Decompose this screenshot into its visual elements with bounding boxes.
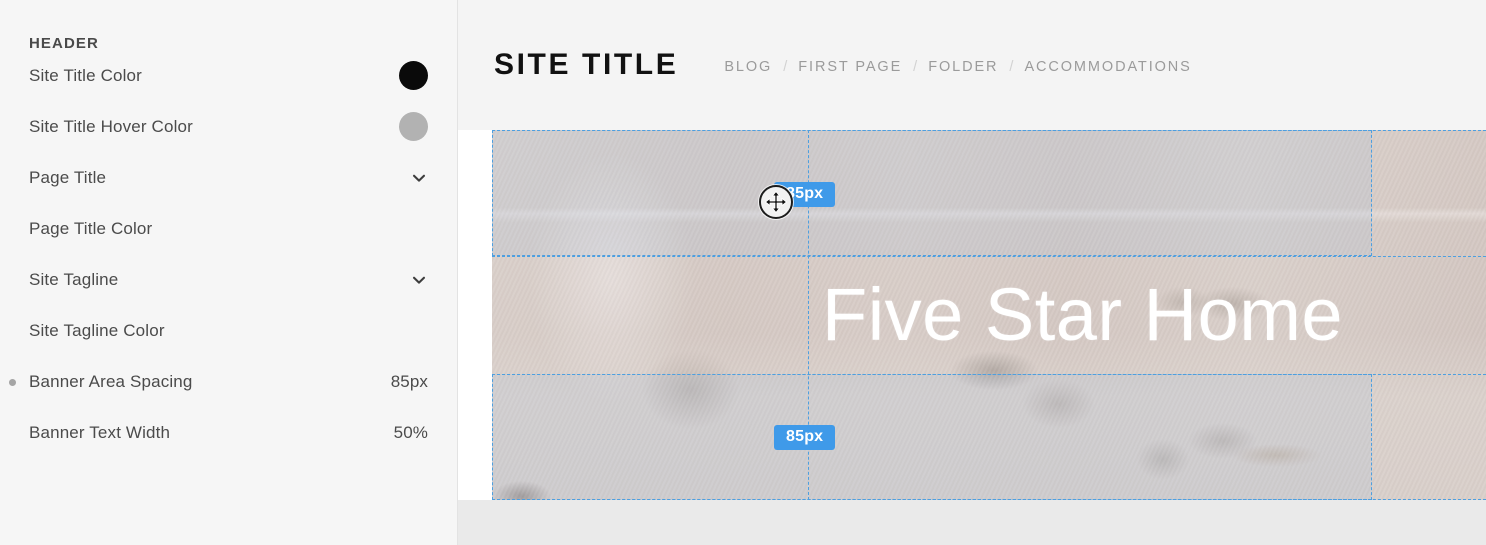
customizer-sidebar: HEADER Site Title Color Site Title Hover… (0, 0, 458, 545)
sidebar-item-label: Site Tagline (29, 269, 119, 289)
sidebar-item-value: 85px (390, 371, 428, 391)
nav-link-first-page[interactable]: FIRST PAGE (798, 59, 902, 75)
site-header: SITE TITLE BLOG / FIRST PAGE / FOLDER / … (458, 0, 1486, 130)
site-navigation: BLOG / FIRST PAGE / FOLDER / ACCOMMODATI… (724, 56, 1191, 75)
site-preview-pane[interactable]: SITE TITLE BLOG / FIRST PAGE / FOLDER / … (458, 0, 1486, 545)
sidebar-item-label: Page Title Color (29, 218, 153, 238)
sidebar-item-page-title-color[interactable]: Page Title Color (0, 203, 457, 254)
nav-link-blog[interactable]: BLOG (724, 59, 772, 75)
sidebar-item-label: Site Tagline Color (29, 320, 165, 340)
spacing-badge-bottom: 85px (774, 425, 836, 451)
sidebar-item-site-title-hover-color[interactable]: Site Title Hover Color (0, 101, 457, 152)
modified-indicator-dot (9, 378, 16, 386)
customizer-window: HEADER Site Title Color Site Title Hover… (0, 0, 1486, 545)
sidebar-item-site-tagline[interactable]: Site Tagline (0, 254, 457, 305)
color-swatch-site-title-hover-color[interactable] (399, 112, 428, 141)
nav-separator: / (913, 58, 918, 75)
four-way-arrow-glyph (765, 191, 787, 213)
sidebar-item-site-title-color[interactable]: Site Title Color (0, 50, 457, 101)
nav-separator: / (1009, 58, 1014, 75)
move-resize-cursor-icon[interactable] (759, 185, 793, 219)
sidebar-scroll-area[interactable]: HEADER Site Title Color Site Title Hover… (0, 0, 457, 458)
nav-separator: / (783, 58, 788, 75)
sidebar-item-label: Page Title (29, 167, 107, 187)
sidebar-item-value: 50% (393, 422, 428, 442)
sidebar-section-title: HEADER (29, 35, 99, 52)
nav-link-accommodations[interactable]: ACCOMMODATIONS (1024, 59, 1191, 75)
sidebar-item-site-tagline-color[interactable]: Site Tagline Color (0, 305, 457, 356)
nav-link-folder[interactable]: FOLDER (928, 59, 998, 75)
sidebar-item-label: Banner Area Spacing (29, 371, 193, 391)
sidebar-item-label: Site Title Hover Color (29, 116, 193, 136)
sidebar-item-banner-area-spacing[interactable]: Banner Area Spacing 85px (0, 356, 457, 407)
site-title[interactable]: SITE TITLE (494, 48, 678, 82)
sidebar-item-label: Site Title Color (29, 65, 142, 85)
chevron-down-icon[interactable] (410, 169, 428, 187)
preview-bottom-strip (458, 500, 1486, 545)
sidebar-item-banner-text-width[interactable]: Banner Text Width 50% (0, 407, 457, 458)
chevron-down-icon[interactable] (410, 271, 428, 289)
color-swatch-site-title-color[interactable] (399, 61, 428, 90)
banner-heading[interactable]: Five Star Home (822, 278, 1343, 352)
sidebar-item-label: Banner Text Width (29, 422, 171, 442)
sidebar-item-page-title[interactable]: Page Title (0, 152, 457, 203)
banner-image-area[interactable]: Five Star Home (492, 130, 1486, 500)
